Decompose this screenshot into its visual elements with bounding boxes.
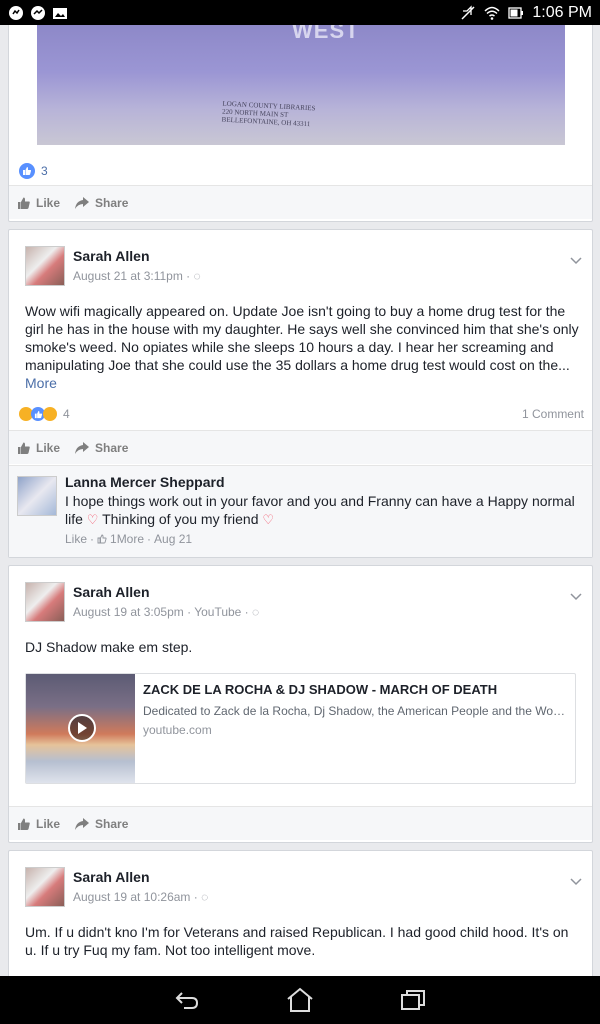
heart-icon: ♡	[86, 512, 99, 527]
timestamp[interactable]: August 19 at 3:05pm · YouTube ·	[73, 605, 249, 619]
like-button[interactable]: Like	[17, 196, 60, 210]
like-button[interactable]: Like	[17, 441, 60, 455]
comment-count[interactable]: 1 Comment	[522, 407, 584, 421]
commenter-avatar[interactable]	[17, 476, 57, 516]
navigation-bar	[0, 976, 600, 1024]
avatar[interactable]	[25, 867, 65, 907]
share-icon	[75, 817, 90, 830]
play-icon	[68, 714, 96, 742]
share-icon	[75, 441, 90, 454]
mute-icon	[461, 4, 475, 20]
post-meta: August 21 at 3:11pm · ◌	[73, 267, 201, 285]
notification-icon	[9, 5, 23, 20]
post-card-2: Sarah Allen August 19 at 3:05pm · YouTub…	[8, 565, 593, 843]
avatar[interactable]	[25, 246, 65, 286]
author-name[interactable]: Sarah Allen	[73, 583, 259, 601]
see-more-link[interactable]: More	[25, 375, 57, 391]
recent-apps-icon	[401, 990, 426, 1010]
reaction-summary[interactable]: 3	[19, 161, 48, 181]
post-meta: August 19 at 3:05pm · YouTube · ◌	[73, 603, 259, 621]
like-icon	[18, 197, 30, 209]
heart-icon: ♡	[262, 512, 275, 527]
chevron-down-icon[interactable]	[570, 254, 582, 266]
clock: 1:06 PM	[532, 3, 592, 21]
post-actions: Like Share	[9, 185, 592, 219]
globe-icon: ◌	[252, 605, 260, 619]
reaction-count: 3	[41, 164, 48, 178]
recent-apps-button[interactable]	[393, 980, 433, 1020]
link-domain: youtube.com	[143, 723, 212, 737]
author-name[interactable]: Sarah Allen	[73, 247, 201, 265]
comment-like-link[interactable]: Like	[65, 532, 87, 546]
reaction-count: 4	[63, 407, 70, 421]
home-button[interactable]	[280, 980, 320, 1020]
back-button[interactable]	[167, 980, 207, 1020]
video-thumbnail[interactable]	[26, 674, 135, 783]
post-actions: Like Share	[9, 806, 592, 840]
share-icon	[75, 196, 90, 209]
timestamp[interactable]: August 21 at 3:11pm ·	[73, 269, 190, 283]
post-actions: Like Share	[9, 430, 592, 464]
link-preview[interactable]: ZACK DE LA ROCHA & DJ SHADOW - MARCH OF …	[25, 673, 576, 784]
comment-text: I hope things work out in your favor and…	[65, 493, 575, 527]
chevron-down-icon[interactable]	[570, 590, 582, 602]
post-card-3: Sarah Allen August 19 at 10:26am · ◌ Um.…	[8, 850, 593, 976]
comment-meta: Like · 1More · Aug 21	[65, 532, 193, 546]
back-icon	[175, 992, 198, 1009]
post-header: Sarah Allen August 21 at 3:11pm · ◌	[25, 246, 201, 286]
share-button[interactable]: Share	[74, 441, 128, 455]
reaction-summary[interactable]: 4 1 Comment	[19, 404, 584, 424]
post-header: Sarah Allen August 19 at 10:26am · ◌	[25, 867, 208, 907]
home-icon	[287, 987, 313, 1012]
thumbs-up-icon	[97, 534, 107, 544]
like-button[interactable]: Like	[17, 817, 60, 831]
news-feed[interactable]: WEST LOGAN COUNTY LIBRARIES 220 NORTH MA…	[0, 25, 600, 976]
battery-icon	[508, 6, 524, 19]
post-photo[interactable]: WEST LOGAN COUNTY LIBRARIES 220 NORTH MA…	[37, 25, 565, 145]
messenger-icon	[31, 5, 45, 20]
chevron-down-icon[interactable]	[570, 875, 582, 887]
comment: Lanna Mercer Sheppard I hope things work…	[9, 465, 592, 557]
photo-post-card: WEST LOGAN COUNTY LIBRARIES 220 NORTH MA…	[8, 25, 593, 222]
comment-reactions[interactable]: 1More	[110, 532, 144, 546]
status-bar: 1:06 PM	[0, 0, 600, 25]
globe-icon: ◌	[193, 269, 201, 283]
post-card-1: Sarah Allen August 21 at 3:11pm · ◌ Wow …	[8, 229, 593, 558]
author-name[interactable]: Sarah Allen	[73, 868, 208, 886]
globe-icon: ◌	[201, 890, 209, 904]
post-text: Um. If u didn't kno I'm for Veterans and…	[25, 924, 569, 958]
photo-text-address: LOGAN COUNTY LIBRARIES 220 NORTH MAIN ST…	[221, 99, 316, 129]
like-reaction-icon	[19, 163, 35, 179]
post-meta: August 19 at 10:26am · ◌	[73, 888, 208, 906]
comment-date: Aug 21	[154, 532, 193, 546]
like-icon	[18, 442, 30, 454]
share-button[interactable]: Share	[74, 817, 128, 831]
link-description: Dedicated to Zack de la Rocha, Dj Shadow…	[143, 704, 567, 718]
post-header: Sarah Allen August 19 at 3:05pm · YouTub…	[25, 582, 259, 622]
link-title: ZACK DE LA ROCHA & DJ SHADOW - MARCH OF …	[143, 682, 498, 697]
share-button[interactable]: Share	[74, 196, 128, 210]
wow-reaction-icon	[43, 407, 57, 421]
photo-text-west: WEST	[292, 25, 360, 43]
post-text: Wow wifi magically appeared on. Update J…	[25, 303, 579, 391]
wifi-icon	[484, 6, 500, 20]
like-icon	[18, 818, 30, 830]
timestamp[interactable]: August 19 at 10:26am ·	[73, 890, 198, 904]
avatar[interactable]	[25, 582, 65, 622]
post-text: DJ Shadow make em step.	[25, 639, 193, 655]
gallery-icon	[53, 7, 67, 19]
commenter-name[interactable]: Lanna Mercer Sheppard	[65, 474, 225, 490]
